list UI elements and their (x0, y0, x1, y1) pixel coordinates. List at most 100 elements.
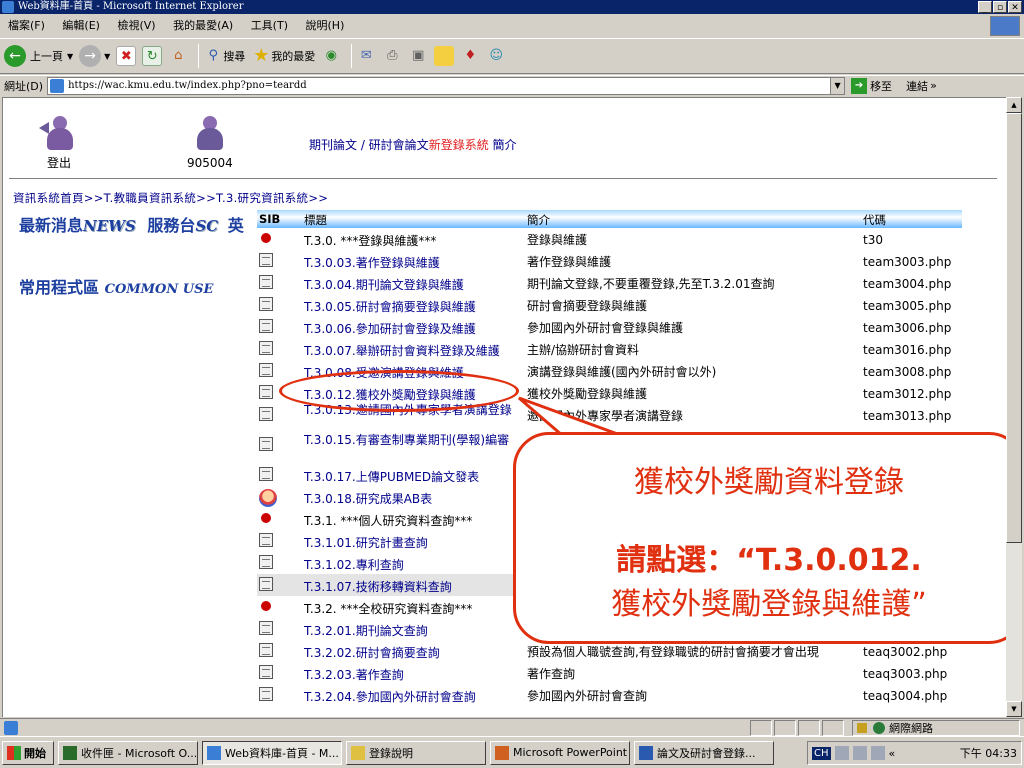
program-link[interactable]: T.3.0.18.研究成果AB表 (304, 490, 432, 507)
document-icon (259, 577, 273, 591)
status-cells (750, 720, 846, 736)
chevron-down-icon[interactable]: ▼ (830, 77, 845, 94)
program-link[interactable]: T.3.0.05.研討會摘要登錄與維護 (304, 298, 476, 315)
print-icon[interactable]: ⎙ (382, 46, 402, 66)
row-description: 期刊論文登錄,不要重覆登錄,先至T.3.2.01查詢 (527, 277, 775, 291)
common-use-link[interactable]: 常用程式區 COMMON USE (19, 274, 213, 298)
menu-help[interactable]: 說明(H) (306, 19, 345, 32)
stop-icon[interactable]: ✖ (116, 46, 137, 66)
program-link[interactable]: T.3.2.04.參加國內外研討會查詢 (304, 688, 476, 705)
table-header: SIB 標題 簡介 代碼 (257, 210, 962, 228)
links-label[interactable]: 連結 (906, 78, 928, 94)
back-button[interactable]: ← 上一頁 ▼ (4, 45, 73, 67)
home-icon[interactable]: ⌂ (168, 46, 188, 66)
menu-file[interactable]: 檔案(F) (8, 19, 45, 32)
program-link[interactable]: T.3.1.02.專利查詢 (304, 556, 404, 573)
row-icon (259, 599, 273, 616)
bullet-icon (261, 513, 271, 523)
scroll-down-icon[interactable]: ▼ (1006, 701, 1022, 717)
user-icon (189, 114, 229, 154)
taskbar-button[interactable]: 登錄說明 (346, 740, 486, 765)
taskbar: 開始 收件匣 - Microsoft O... Web資料庫-首頁 - M... 登… (0, 736, 1024, 768)
tray-expand-icon[interactable]: « (889, 747, 896, 760)
search-button[interactable]: ⚲ 搜尋 (203, 46, 246, 66)
document-icon (259, 437, 273, 451)
scroll-up-icon[interactable]: ▲ (1006, 97, 1022, 113)
tray-app-icon[interactable] (870, 746, 885, 760)
taskbar-button[interactable]: 收件匣 - Microsoft O... (58, 740, 198, 765)
zone-label: 網際網路 (889, 722, 933, 735)
row-icon (259, 643, 273, 660)
service-desk-link[interactable]: 服務台SC (147, 216, 218, 235)
row-icon (259, 437, 273, 454)
chevron-down-icon: ▼ (67, 51, 74, 61)
highlight-oval (279, 370, 519, 412)
document-icon (259, 643, 273, 657)
intro-link[interactable]: 期刊論文 / 研討會論文新登錄系統 簡介 (309, 136, 517, 153)
edit-icon[interactable]: ▣ (408, 46, 428, 66)
mail-icon[interactable]: ✉ (356, 46, 376, 66)
messenger-icon[interactable]: ☺ (486, 46, 506, 66)
menu-edit[interactable]: 編輯(E) (62, 19, 100, 32)
close-button[interactable]: ✕ (1008, 1, 1022, 13)
clown-icon (259, 489, 277, 507)
logout-link[interactable]: 登出 (47, 154, 71, 171)
callout-line-2: 請點選：“T.3.0.012. (616, 543, 922, 578)
taskbar-button-label: 登錄說明 (369, 746, 413, 760)
table-row: T.3.0.03.著作登錄與維護 著作登錄與維護 team3003.php (257, 250, 962, 272)
row-code: teaq3003.php (863, 667, 948, 681)
ime-mode-icon[interactable] (834, 746, 849, 760)
program-link[interactable]: T.3.2.03.著作查詢 (304, 666, 404, 683)
go-button[interactable]: ➔ 移至 (851, 77, 892, 94)
program-link[interactable]: T.3.1.01.研究計畫查詢 (304, 534, 428, 551)
row-code: team3004.php (863, 277, 952, 291)
row-code: teaq3002.php (863, 645, 948, 659)
minimize-button[interactable]: _ (978, 1, 992, 13)
breadcrumb[interactable]: 資訊系統首頁>>T.教職員資訊系統>>T.3.研究資訊系統>> (13, 190, 328, 206)
intro-red: 新登錄系統 (428, 138, 489, 152)
logout-icon[interactable] (39, 114, 79, 154)
chevron-right-icon[interactable]: » (930, 79, 937, 92)
menu-view[interactable]: 檢視(V) (117, 19, 155, 32)
menu-tools[interactable]: 工具(T) (251, 19, 288, 32)
menu-favorites[interactable]: 我的最愛(A) (173, 19, 233, 32)
english-link[interactable]: 英 (228, 216, 244, 235)
document-icon (259, 555, 273, 569)
favorites-button[interactable]: ★ 我的最愛 (251, 46, 315, 66)
taskbar-button[interactable]: 論文及研討會登錄... (634, 740, 774, 765)
vertical-scrollbar[interactable]: ▲ ▼ (1006, 97, 1022, 717)
keyboard-icon[interactable] (852, 746, 867, 760)
program-link[interactable]: T.3.1.07.技術移轉資料查詢 (304, 578, 452, 595)
notes-icon[interactable] (434, 46, 455, 66)
left-nav-top: 最新消息NEWS 服務台SC 英 (19, 212, 244, 236)
program-link[interactable]: T.3.0.03.著作登錄與維護 (304, 254, 440, 271)
taskbar-button[interactable]: Microsoft PowerPoint ... (490, 740, 630, 765)
document-icon (259, 341, 273, 355)
document-icon (259, 467, 273, 481)
ime-indicator[interactable]: CH (812, 746, 831, 760)
program-link[interactable]: T.3.0.17.上傳PUBMED論文發表 (304, 468, 479, 485)
address-bar: 網址(D) https://wac.kmu.edu.tw/index.php?p… (0, 75, 1024, 95)
program-link[interactable]: T.3.2.02.研討會摘要查詢 (304, 644, 440, 661)
row-description: 參加國內外研討會登錄與維護 (527, 321, 684, 335)
page-icon (4, 720, 18, 735)
scroll-thumb[interactable] (1006, 113, 1022, 543)
row-description: 參加國內外研討會查詢 (527, 689, 648, 703)
program-link[interactable]: T.3.0.04.期刊論文登錄與維護 (304, 276, 464, 293)
devil-icon[interactable]: ♦ (460, 46, 480, 66)
program-link[interactable]: T.3.0.15.有審查制專業期刊(學報)編審 (304, 434, 524, 447)
news-link[interactable]: 最新消息NEWS (19, 216, 136, 235)
address-input[interactable]: https://wac.kmu.edu.tw/index.php?pno=tea… (47, 76, 846, 95)
document-icon (259, 533, 273, 547)
taskbar-button[interactable]: Web資料庫-首頁 - M... (202, 740, 342, 765)
refresh-icon[interactable]: ↻ (142, 46, 163, 66)
row-code: team3012.php (863, 387, 952, 401)
program-link[interactable]: T.3.2.01.期刊論文查詢 (304, 622, 428, 639)
maximize-button[interactable]: ▫ (993, 1, 1007, 13)
program-link[interactable]: T.3.0.07.舉辦研討會資料登錄及維護 (304, 342, 500, 359)
forward-button[interactable]: → ▼ (79, 45, 110, 67)
table-row: T.3.0.04.期刊論文登錄與維護 期刊論文登錄,不要重覆登錄,先至T.3.2.… (257, 272, 962, 294)
program-link[interactable]: T.3.0.06.參加研討會登錄及維護 (304, 320, 476, 337)
start-button[interactable]: 開始 (2, 740, 54, 765)
media-icon[interactable]: ◉ (321, 46, 341, 66)
